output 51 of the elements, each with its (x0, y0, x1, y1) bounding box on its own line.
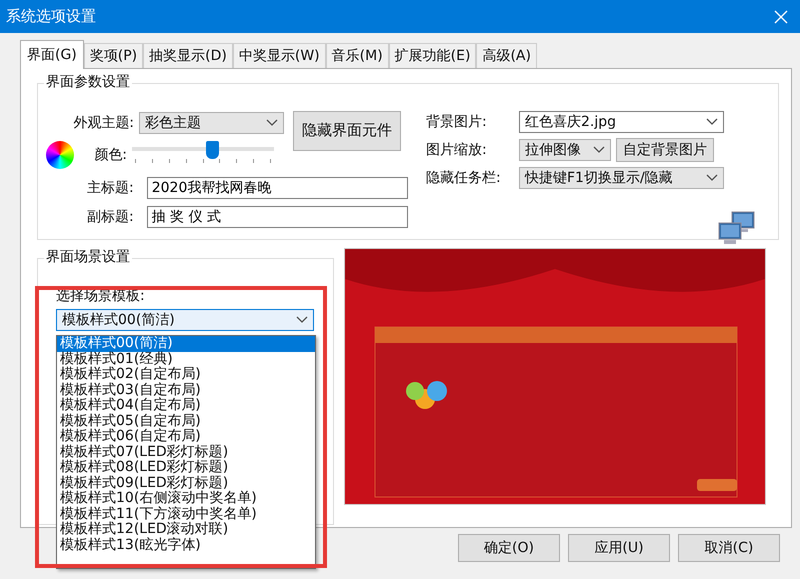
tab[interactable]: 高级(A) (476, 43, 537, 68)
tab[interactable]: 奖项(P) (84, 43, 144, 68)
slider-thumb[interactable] (206, 141, 219, 159)
dropdown-option[interactable]: 模板样式11(下方滚动中奖名单) (57, 506, 315, 522)
field-label: 图片缩放: (426, 141, 488, 159)
computers-icon (718, 211, 756, 245)
subtitle-field[interactable]: 抽 奖 仪 式 (146, 206, 408, 228)
chevron-down-icon (296, 316, 308, 324)
window-title: 系统选项设置 (6, 7, 96, 26)
dropdown-option[interactable]: 模板样式03(自定布局) (57, 382, 315, 398)
field-label: 颜色: (93, 146, 127, 164)
field-label: 副标题: (86, 208, 134, 226)
dialog-button[interactable]: 取消(C) (678, 534, 780, 562)
tab[interactable]: 界面(G) (20, 40, 84, 69)
dropdown[interactable]: 拉伸图像 (519, 139, 611, 161)
dropdown-option[interactable]: 模板样式06(自定布局) (57, 429, 315, 444)
dropdown[interactable]: 红色喜庆2.jpg (519, 111, 724, 133)
dropdown-option[interactable]: 模板样式12(LED滚动对联) (57, 522, 315, 538)
chevron-down-icon (593, 146, 605, 154)
tab[interactable]: 中奖显示(W) (232, 43, 326, 68)
tab[interactable]: 扩展功能(E) (388, 43, 476, 68)
dropdown-option[interactable]: 模板样式07(LED彩灯标题) (57, 444, 315, 460)
field-label: 背景图片: (426, 113, 488, 131)
dropdown-option[interactable]: 模板样式02(自定布局) (57, 367, 315, 382)
dropdown-option[interactable]: 模板样式13(眩光字体) (57, 538, 315, 553)
dropdown[interactable]: 快捷键F1切换显示/隐藏 (519, 167, 724, 189)
tab[interactable]: 音乐(M) (326, 43, 389, 68)
dropdown-option[interactable]: 模板样式09(LED彩灯标题) (57, 476, 315, 491)
dropdown-option[interactable]: 模板样式08(LED彩灯标题) (57, 460, 315, 476)
dropdown[interactable]: 模板样式00(简洁) (56, 309, 314, 331)
chevron-down-icon (706, 174, 718, 182)
title-field[interactable]: 2020我帮找网春晚 (146, 176, 408, 198)
hide-elements-button[interactable]: 隐藏界面元件 (293, 110, 401, 150)
dialog-button[interactable]: 应用(U) (568, 534, 670, 562)
dialog-button[interactable]: 确定(O) (458, 534, 560, 562)
field-label: 外观主题: (72, 114, 134, 132)
custom-background-button[interactable]: 自定背景图片 (616, 138, 714, 162)
close-icon[interactable] (774, 10, 788, 24)
chevron-down-icon (266, 118, 278, 126)
field-label: 主标题: (86, 178, 134, 196)
group-title: 界面参数设置 (44, 73, 132, 91)
group-title: 界面场景设置 (44, 248, 132, 266)
chevron-down-icon (706, 118, 718, 126)
dropdown-option[interactable]: 模板样式05(自定布局) (57, 414, 315, 429)
field-label: 隐藏任务栏: (426, 169, 502, 187)
dropdown-option[interactable]: 模板样式10(右侧滚动中奖名单) (57, 491, 315, 506)
dropdown-option[interactable]: 模板样式04(自定布局) (57, 398, 315, 414)
dropdown[interactable]: 彩色主题 (139, 112, 284, 134)
color-wheel-icon[interactable] (46, 141, 74, 169)
dropdown-option[interactable]: 模板样式01(经典) (57, 352, 315, 367)
tab[interactable]: 抽奖显示(D) (143, 43, 233, 68)
